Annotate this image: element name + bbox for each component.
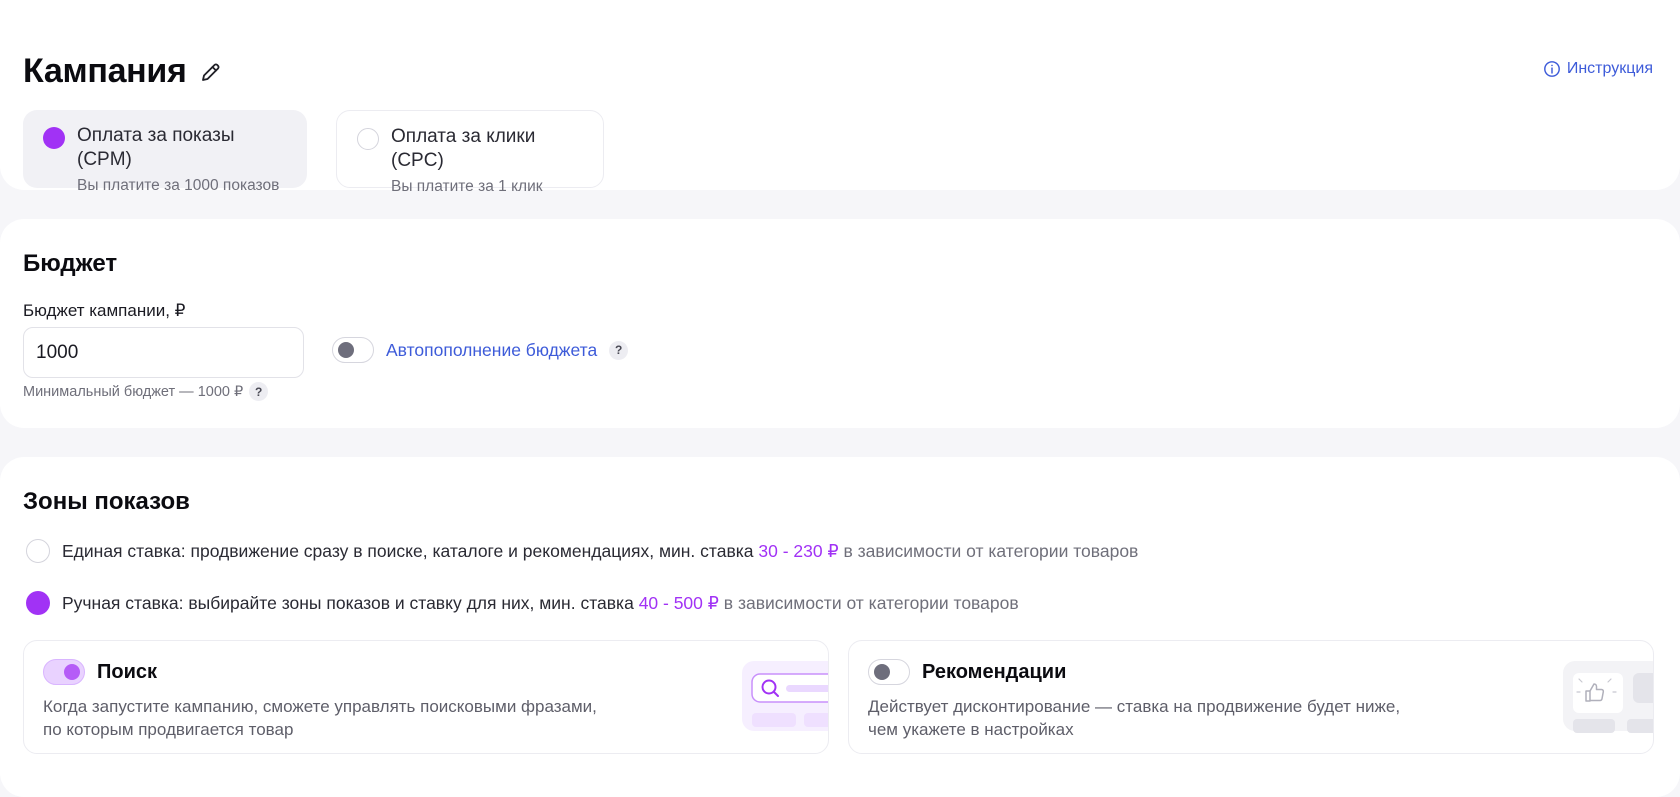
zone-card-line: Когда запустите кампанию, сможете управл… xyxy=(43,697,597,716)
budget-title: Бюджет xyxy=(23,250,118,277)
radio-cpm[interactable] xyxy=(43,127,65,149)
zones-title: Зоны показов xyxy=(23,488,190,515)
zone-card-line: Действует дисконтирование — ставка на пр… xyxy=(868,697,1401,716)
zone-card-title: Поиск xyxy=(97,660,158,683)
pay-option-cpc[interactable]: Оплата за клики (CPC) Вы платите за 1 кл… xyxy=(336,110,604,195)
zone-card-line: по которым продвигается товар xyxy=(43,720,294,739)
page-title: Кампания xyxy=(23,52,187,90)
autofill-row: Автопополнение бюджета ? xyxy=(332,337,629,363)
toggle-knob xyxy=(64,664,80,680)
help-icon[interactable]: ? xyxy=(249,382,269,401)
zone-option-suffix: в зависимости от категории товаров xyxy=(843,540,1139,561)
radio-manual-bid[interactable] xyxy=(26,591,50,615)
instruction-link[interactable]: Инструкция xyxy=(1543,60,1653,78)
instruction-link-label: Инструкция xyxy=(1566,60,1653,77)
zone-card-recommendations: Рекомендации Действует дисконтирование —… xyxy=(848,640,1654,754)
zone-option-suffix: в зависимости от категории товаров xyxy=(723,592,1019,613)
zone-card-title: Рекомендации xyxy=(922,660,1067,683)
budget-input[interactable] xyxy=(23,327,304,378)
zone-card-search: Поиск Когда запустите кампанию, сможете … xyxy=(23,640,829,754)
bid-range: 30 - 230 ₽ xyxy=(758,540,839,561)
zone-card-description: Когда запустите кампанию, сможете управл… xyxy=(43,695,683,741)
info-icon xyxy=(1543,61,1560,77)
toggle-knob xyxy=(338,342,354,358)
pay-option-cpm[interactable]: Оплата за показы (CPM) Вы платите за 100… xyxy=(23,110,307,194)
toggle-knob xyxy=(874,664,890,680)
recommendations-illustration xyxy=(1563,661,1653,733)
radio-single-bid[interactable] xyxy=(26,539,50,563)
budget-hint-text: Минимальный бюджет — 1000 ₽ xyxy=(23,383,244,400)
zone-option-text: Ручная ставка: выбирайте зоны показов и … xyxy=(62,592,634,613)
campaign-title-row: Кампания xyxy=(23,52,223,91)
pencil-icon[interactable] xyxy=(199,60,223,84)
pay-option-title: Оплата за клики (CPC) xyxy=(391,126,536,171)
pay-option-subtitle: Вы платите за 1 клик xyxy=(391,178,543,195)
pay-option-title: Оплата за показы (CPM) xyxy=(77,125,235,170)
zone-option-single[interactable]: Единая ставка: продвижение сразу в поиск… xyxy=(26,539,1138,563)
recommendations-toggle[interactable] xyxy=(868,659,910,685)
budget-hint: Минимальный бюджет — 1000 ₽ ? xyxy=(23,382,269,401)
pay-option-subtitle: Вы платите за 1000 показов xyxy=(77,177,280,194)
autofill-toggle[interactable] xyxy=(332,337,374,363)
zone-card-description: Действует дисконтирование — ставка на пр… xyxy=(868,695,1508,741)
bid-range: 40 - 500 ₽ xyxy=(638,592,719,613)
zone-option-text: Единая ставка: продвижение сразу в поиск… xyxy=(62,540,754,561)
radio-cpc[interactable] xyxy=(357,128,379,150)
autofill-link[interactable]: Автопополнение бюджета xyxy=(386,340,597,361)
search-toggle[interactable] xyxy=(43,659,85,685)
zone-card-line: чем укажете в настройках xyxy=(868,720,1074,739)
budget-field-label: Бюджет кампании, ₽ xyxy=(23,301,186,320)
help-icon[interactable]: ? xyxy=(609,340,629,360)
zone-option-manual[interactable]: Ручная ставка: выбирайте зоны показов и … xyxy=(26,591,1019,615)
search-illustration xyxy=(742,661,828,731)
